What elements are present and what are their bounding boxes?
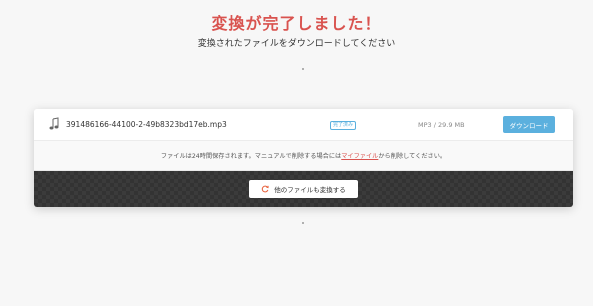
divider-dot xyxy=(302,68,304,70)
download-button[interactable]: ダウンロード xyxy=(503,116,555,133)
my-files-link[interactable]: マイファイル xyxy=(341,151,378,160)
conversion-complete-page: 変換が完了しました！ 変換されたファイルをダウンロードしてください 391486… xyxy=(0,0,593,306)
notice-text-end: から削除してください。 xyxy=(378,153,447,160)
music-note-icon xyxy=(49,117,59,130)
retention-notice: ファイルは24時間保存されます。マニュアルで削除する場合には マイファイル から… xyxy=(34,141,573,171)
file-row: 391486166-44100-2-49b8323bd17eb.mp3 完了済み… xyxy=(34,109,573,141)
file-name: 391486166-44100-2-49b8323bd17eb.mp3 xyxy=(66,120,227,129)
status-badge: 完了済み xyxy=(330,121,357,130)
convert-another-label: 他のファイルも変換する xyxy=(274,186,346,194)
page-subtitle: 変換されたファイルをダウンロードしてください xyxy=(197,39,396,49)
convert-another-button[interactable]: 他のファイルも変換する xyxy=(249,180,358,198)
file-size: MP3 / 29.9 MB xyxy=(418,121,465,129)
page-title: 変換が完了しました！ xyxy=(211,14,382,33)
convert-more-panel: 他のファイルも変換する xyxy=(34,171,573,207)
notice-text: ファイルは24時間保存されます。マニュアルで削除する場合には xyxy=(160,153,342,160)
file-card: 391486166-44100-2-49b8323bd17eb.mp3 完了済み… xyxy=(34,109,573,207)
divider-dot xyxy=(302,222,304,224)
refresh-icon xyxy=(262,185,269,193)
